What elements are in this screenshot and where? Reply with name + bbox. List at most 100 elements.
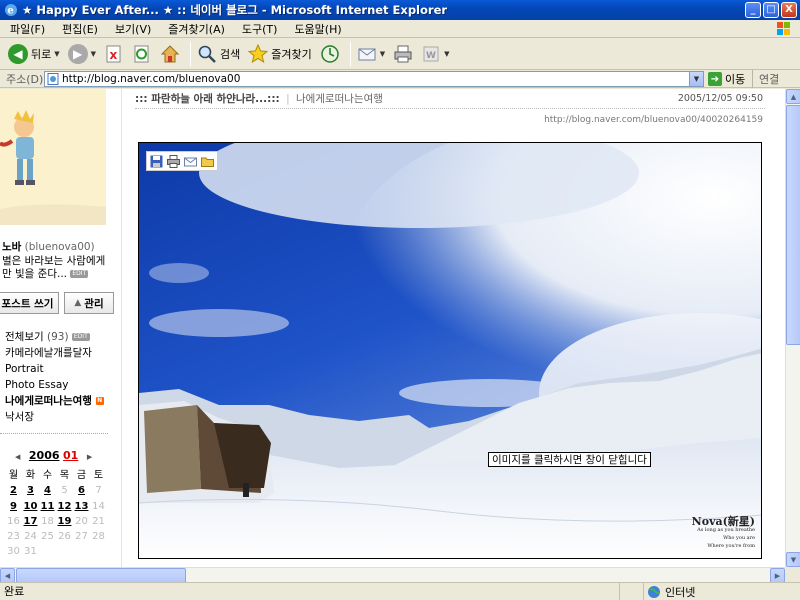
home-icon	[160, 44, 180, 62]
edit-badge[interactable]: EDIT	[70, 270, 89, 278]
menu-edit[interactable]: 편집(E)	[62, 21, 98, 37]
calendar-year[interactable]: 2006	[29, 449, 60, 462]
ie-logo-icon: e	[5, 4, 17, 17]
scroll-up-icon[interactable]: ▲	[786, 89, 800, 104]
category-item[interactable]: Photo Essay	[5, 377, 115, 393]
weekday-label: 수	[42, 470, 53, 481]
print-button[interactable]	[391, 41, 415, 67]
vertical-scroll-thumb[interactable]	[786, 105, 800, 345]
links-button[interactable]: 연결	[752, 70, 779, 88]
manage-button[interactable]: ▲ 관리	[64, 292, 114, 314]
prev-month-icon[interactable]: ◀	[15, 453, 20, 461]
post-permalink[interactable]: http://blog.naver.com/bluenova00/4002026…	[544, 115, 763, 125]
calendar-week: 234567	[5, 483, 107, 498]
calendar-month[interactable]: 01	[63, 449, 78, 462]
close-button[interactable]: X	[781, 2, 797, 18]
address-input[interactable]: http://blog.naver.com/bluenova00 ▼	[44, 71, 704, 87]
go-arrow-icon: ➔	[708, 72, 722, 86]
search-icon	[198, 45, 216, 63]
stop-button[interactable]: x	[102, 41, 126, 67]
weekday-label: 금	[76, 470, 87, 481]
maximize-button[interactable]: □	[763, 2, 779, 18]
mail-button[interactable]: ▼	[355, 41, 387, 67]
calendar-day-with-post[interactable]: 13	[73, 499, 90, 514]
address-bar: 주소(D) http://blog.naver.com/bluenova00 ▼…	[0, 70, 800, 88]
category-item[interactable]: Portrait	[5, 361, 115, 377]
forward-dropdown-icon[interactable]: ▼	[91, 50, 96, 58]
calendar-day-with-post[interactable]: 4	[39, 483, 56, 498]
scroll-left-icon[interactable]: ◀	[0, 568, 15, 583]
address-url[interactable]: http://blog.naver.com/bluenova00	[62, 73, 240, 85]
edit-dropdown-icon[interactable]: ▼	[444, 50, 449, 58]
menu-favorites[interactable]: 즐겨찾기(A)	[168, 21, 225, 37]
forward-button[interactable]: ▶ ▼	[66, 41, 98, 67]
mail-dropdown-icon[interactable]: ▼	[380, 50, 385, 58]
menu-tools[interactable]: 도구(T)	[242, 21, 278, 37]
post-title: ::: 파란하늘 아래 하얀나라...:::	[135, 93, 280, 105]
write-post-button[interactable]: 포스트 쓰기	[0, 292, 59, 314]
print-photo-icon[interactable]	[166, 154, 181, 169]
calendar-day-with-post[interactable]: 19	[56, 514, 73, 529]
edit-button[interactable]: W ▼	[419, 41, 451, 67]
back-label: 뒤로	[31, 47, 52, 61]
calendar-day	[56, 544, 73, 559]
menu-help[interactable]: 도움말(H)	[294, 21, 341, 37]
weekday-label: 토	[93, 470, 104, 481]
scroll-down-icon[interactable]: ▼	[786, 552, 800, 567]
go-button[interactable]: ➔ 이동	[708, 70, 745, 88]
folder-photo-icon[interactable]	[200, 154, 215, 169]
category-item[interactable]: 전체보기 (93) EDIT	[5, 329, 115, 345]
calendar-day	[73, 544, 90, 559]
divider	[0, 433, 108, 434]
calendar-day-with-post[interactable]: 2	[5, 483, 22, 498]
post-date: 2005/12/05 09:50	[677, 93, 763, 104]
send-photo-icon[interactable]	[183, 154, 198, 169]
menu-bar: 파일(F) 편집(E) 보기(V) 즐겨찾기(A) 도구(T) 도움말(H)	[0, 20, 800, 38]
category-item[interactable]: 카메라에날개를달자	[5, 345, 115, 361]
edit-badge[interactable]: EDIT	[71, 333, 90, 341]
manage-icon: ▲	[74, 298, 82, 308]
calendar-day-with-post[interactable]: 17	[22, 514, 39, 529]
post-photo[interactable]: 이미지를 클릭하시면 창이 닫힙니다 Nova(新星) As long as y…	[138, 142, 762, 559]
history-button[interactable]	[318, 41, 342, 67]
calendar-day-with-post[interactable]: 10	[22, 499, 39, 514]
scroll-right-icon[interactable]: ▶	[770, 568, 785, 583]
mail-icon	[358, 48, 376, 60]
star-icon	[248, 43, 269, 63]
home-button[interactable]	[158, 41, 182, 67]
category-item[interactable]: 낙서장	[5, 409, 115, 425]
category-item-active[interactable]: 나에게로떠나는여행 N	[5, 393, 115, 409]
post-title-line: ::: 파란하늘 아래 하얀나라...::: | 나에게로떠나는여행	[135, 93, 383, 105]
calendar-day-with-post[interactable]: 12	[56, 499, 73, 514]
back-button[interactable]: ◀ 뒤로 ▼	[6, 41, 62, 67]
next-month-icon[interactable]: ▶	[87, 453, 92, 461]
calendar-day-with-post[interactable]: 11	[39, 499, 56, 514]
horizontal-scrollbar[interactable]: ◀ ▶	[0, 567, 785, 583]
back-dropdown-icon[interactable]: ▼	[54, 50, 59, 58]
refresh-button[interactable]	[130, 41, 154, 67]
save-icon[interactable]	[149, 154, 164, 169]
minimize-button[interactable]: _	[745, 2, 761, 18]
calendar-day: 25	[41, 531, 54, 543]
calendar-weekdays: 월화수목금토	[5, 468, 107, 483]
calendar-day-with-post[interactable]: 9	[5, 499, 22, 514]
menu-view[interactable]: 보기(V)	[115, 21, 151, 37]
stop-icon: x	[106, 45, 121, 62]
menu-file[interactable]: 파일(F)	[10, 21, 45, 37]
mountain-photo	[139, 143, 761, 558]
address-dropdown-icon[interactable]: ▼	[689, 72, 703, 86]
horizontal-scroll-thumb[interactable]	[16, 568, 186, 583]
search-button[interactable]: 검색	[195, 41, 242, 67]
calendar-day-with-post[interactable]: 3	[22, 483, 39, 498]
favorites-button[interactable]: 즐겨찾기	[246, 41, 313, 67]
vertical-scrollbar[interactable]: ▲ ▼	[785, 89, 800, 567]
calendar-header: ◀ 2006 01 ▶	[10, 449, 97, 462]
status-bar: 완료 인터넷	[0, 582, 800, 600]
post-category[interactable]: 나에게로떠나는여행	[296, 93, 383, 105]
nickname: 노바	[2, 241, 22, 253]
address-label: 주소(D)	[6, 72, 44, 86]
blog-description: 별은 바라보는 사람에게만 빛을 준다... EDIT	[2, 255, 106, 280]
calendar-week: 9 10 11 12 13 14	[5, 499, 107, 514]
windows-flag-icon	[777, 22, 790, 35]
calendar-day-with-post[interactable]: 6	[73, 483, 90, 498]
